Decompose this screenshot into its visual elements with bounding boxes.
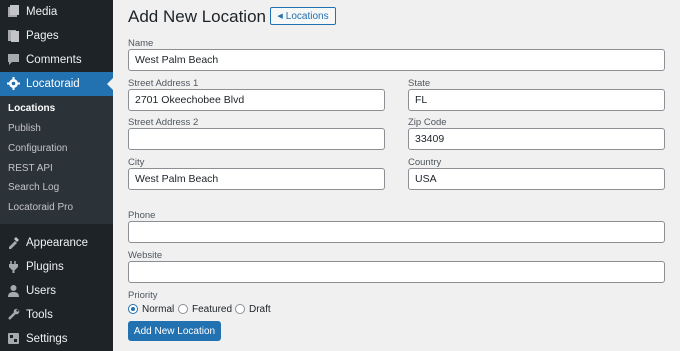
street1-label: Street Address 1 — [128, 78, 199, 89]
street2-label: Street Address 2 — [128, 117, 199, 128]
menu-item-locatoraid[interactable]: Locatoraid — [0, 72, 113, 96]
add-new-location-button[interactable]: Add New Location — [128, 321, 221, 341]
admin-sidebar: Media Pages Comments Locatoraid Location… — [0, 0, 113, 351]
settings-icon — [6, 331, 20, 345]
locations-back-label: Locations — [285, 10, 329, 22]
menu-item-appearance[interactable]: Appearance — [0, 231, 113, 255]
menu-label: Settings — [26, 333, 68, 345]
country-label: Country — [408, 157, 442, 168]
state-input[interactable]: FL — [408, 89, 665, 111]
street2-input[interactable] — [128, 128, 385, 150]
name-input[interactable]: West Palm Beach — [128, 49, 665, 71]
plugins-icon — [6, 259, 20, 273]
tools-icon — [6, 307, 20, 321]
media-icon — [6, 4, 20, 18]
menu-item-comments[interactable]: Comments — [0, 48, 113, 72]
menu-label: Plugins — [26, 261, 64, 273]
city-label: City — [128, 157, 145, 168]
priority-radio-featured[interactable] — [178, 304, 188, 314]
chevron-left-icon: ◀ — [277, 13, 283, 20]
phone-input[interactable] — [128, 221, 665, 243]
phone-label: Phone — [128, 210, 156, 221]
priority-label: Priority — [128, 290, 158, 301]
menu-item-tools[interactable]: Tools — [0, 303, 113, 327]
priority-option-label: Draft — [249, 304, 271, 315]
priority-option-label: Featured — [192, 304, 233, 315]
comments-icon — [6, 52, 20, 66]
priority-option-label: Normal — [142, 304, 175, 315]
menu-label: Media — [26, 6, 58, 18]
menu-label: Pages — [26, 30, 59, 42]
submenu-item-locations[interactable]: Locations — [8, 103, 55, 115]
zip-input[interactable]: 33409 — [408, 128, 665, 150]
users-icon — [6, 283, 20, 297]
menu-label: Locatoraid — [26, 78, 80, 90]
submenu-item-search-log[interactable]: Search Log — [8, 182, 59, 194]
name-label: Name — [128, 38, 154, 49]
submenu-item-rest-api[interactable]: REST API — [8, 163, 53, 175]
submenu-item-locatoraid-pro[interactable]: Locatoraid Pro — [8, 202, 73, 214]
menu-item-users[interactable]: Users — [0, 279, 113, 303]
state-label: State — [408, 78, 431, 89]
website-input[interactable] — [128, 261, 665, 283]
submenu-item-configuration[interactable]: Configuration — [8, 143, 67, 155]
menu-label: Appearance — [26, 237, 89, 249]
menu-label: Comments — [26, 54, 82, 66]
menu-label: Users — [26, 285, 57, 297]
menu-item-pages[interactable]: Pages — [0, 24, 113, 48]
menu-label: Tools — [26, 309, 53, 321]
menu-item-settings[interactable]: Settings — [0, 327, 113, 351]
priority-radio-normal[interactable] — [128, 304, 138, 314]
city-input[interactable]: West Palm Beach — [128, 168, 385, 190]
pages-icon — [6, 28, 20, 42]
gear-icon — [6, 76, 20, 90]
locations-back-button[interactable]: ◀ Locations — [270, 7, 336, 25]
menu-item-media[interactable]: Media — [0, 0, 113, 24]
country-input[interactable]: USA — [408, 168, 665, 190]
website-label: Website — [128, 250, 163, 261]
street1-input[interactable]: 2701 Okeechobee Blvd — [128, 89, 385, 111]
menu-item-plugins[interactable]: Plugins — [0, 255, 113, 279]
appearance-icon — [6, 235, 20, 249]
current-menu-caret — [107, 78, 113, 90]
zip-label: Zip Code — [408, 117, 447, 128]
page-title: Add New Location — [128, 7, 266, 26]
locatoraid-submenu: Locations Publish Configuration REST API… — [0, 96, 113, 224]
submenu-item-publish[interactable]: Publish — [8, 123, 41, 135]
priority-radio-draft[interactable] — [235, 304, 245, 314]
